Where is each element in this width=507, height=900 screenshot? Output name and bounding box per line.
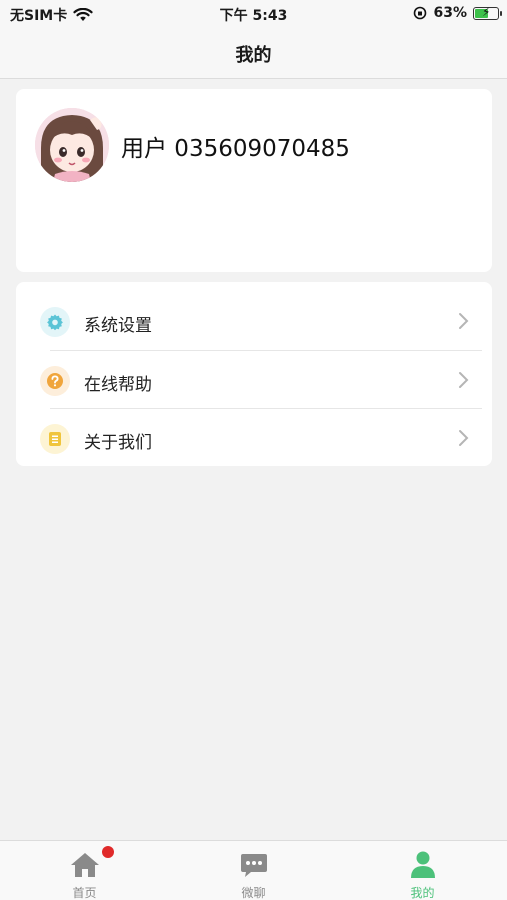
menu-item-label: 系统设置 [84,316,152,336]
tab-home[interactable]: 首页 [0,841,169,900]
document-icon [40,424,70,454]
status-right: 63% ⚡ [413,4,502,21]
status-bar: 无SIM卡 下午 5:43 63% ⚡ [0,0,507,28]
username: 用户 035609070485 [121,136,350,162]
tab-label: 首页 [72,886,97,900]
page-title: 我的 [235,45,272,66]
battery-percent: 63% [433,5,467,21]
battery-icon: ⚡ [473,4,502,20]
chat-icon [241,854,267,877]
chevron-right-icon [459,313,469,329]
menu-item-label: 关于我们 [84,433,152,453]
profile-card[interactable]: 用户 035609070485 [16,89,492,272]
person-icon [411,851,435,878]
chevron-right-icon [459,430,469,446]
orientation-lock-icon [414,6,427,20]
tab-label: 微聊 [241,886,266,900]
tab-bar: 首页 微聊 我的 [0,840,507,900]
menu-item-system-settings[interactable]: 系统设置 [16,292,492,350]
menu-item-label: 在线帮助 [84,375,152,395]
tab-label: 我的 [410,886,435,900]
menu-item-about-us[interactable]: 关于我们 [16,409,492,467]
menu-item-online-help[interactable]: 在线帮助 [16,351,492,409]
avatar-illustration [35,108,109,182]
notification-badge [102,846,114,858]
charging-bolt-icon: ⚡ [482,4,491,19]
avatar[interactable] [35,108,109,182]
tab-mine[interactable]: 我的 [338,841,507,900]
nav-bar: 我的 [0,28,507,79]
chevron-right-icon [459,372,469,388]
menu-card: 系统设置 在线帮助 关于我们 [16,282,492,466]
gear-icon [40,307,70,337]
home-icon [71,853,99,877]
question-icon [40,366,70,396]
tab-chat[interactable]: 微聊 [169,841,338,900]
